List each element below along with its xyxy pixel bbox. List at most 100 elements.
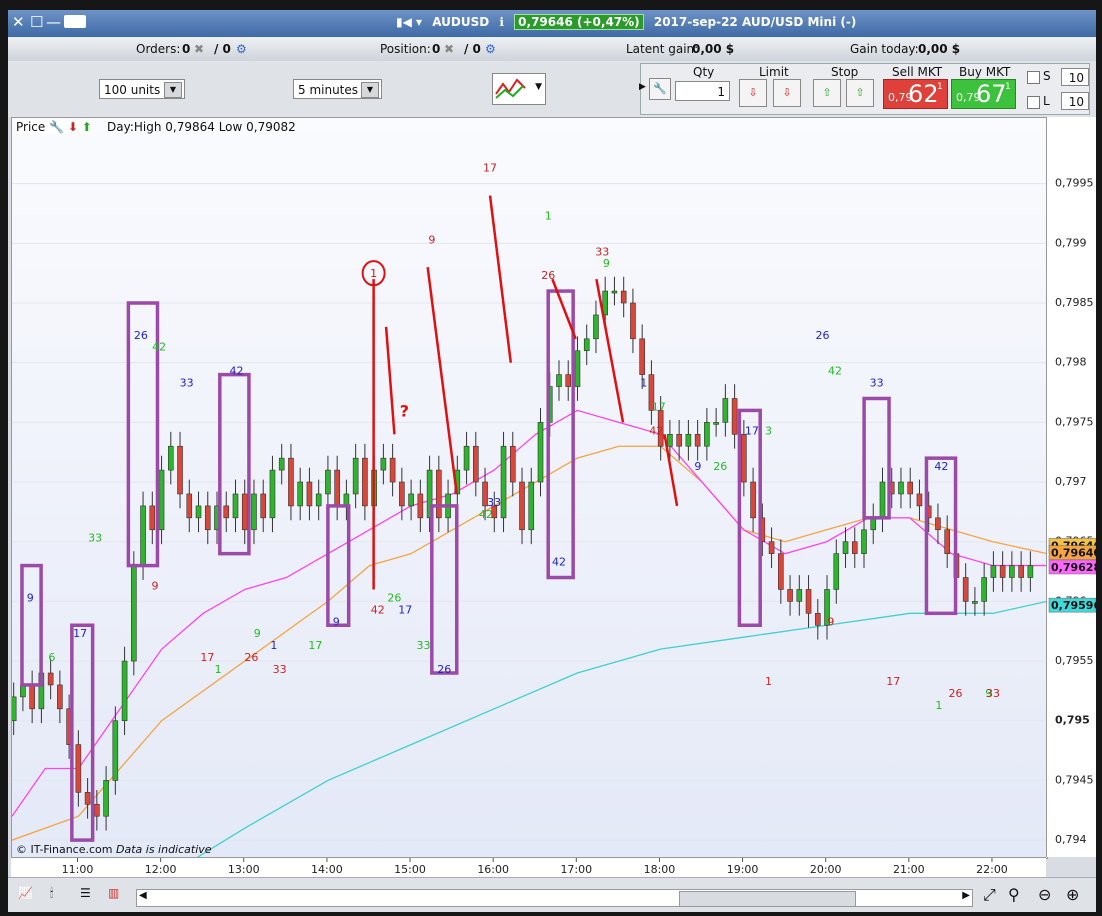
price-panel-header: Price 🔧 ⬇ ⬆	[16, 120, 92, 134]
sell-price-fraction: 1	[937, 82, 943, 92]
restore-icon[interactable]: ☐	[30, 13, 43, 31]
stop-buy-button[interactable]: ⇧	[846, 79, 874, 107]
indicators-button[interactable]: ▼	[492, 73, 546, 105]
candle-body	[84, 792, 91, 805]
instrument-description: 2017-sep-22 AUD/USD Mini (-)	[653, 15, 857, 29]
data-credit: © IT-Finance.com Data is indicative	[16, 843, 212, 856]
count-label: 17	[398, 603, 412, 616]
candle-body	[399, 481, 405, 507]
keyboard-icon[interactable]	[64, 15, 86, 28]
info-icon[interactable]: ℹ	[499, 15, 504, 29]
sell-price-pips: 62	[908, 80, 939, 108]
price-chart[interactable]: 9 6 17 33 26 42 9 33 17 1 42 26 9 1 33 17 9 42 26 17 9 33 26 42…	[11, 117, 1048, 859]
close-position-icon[interactable]: ✖	[444, 42, 454, 56]
candle-body	[519, 481, 525, 531]
candle-body	[667, 433, 673, 447]
count-label: 42	[479, 508, 493, 521]
trend-line	[595, 278, 625, 423]
y-tick-label: 0,7955	[1055, 654, 1094, 667]
chevron-down-icon[interactable]: ▼	[361, 82, 379, 98]
count-label: 17	[308, 639, 322, 652]
count-label: 42	[152, 341, 166, 354]
instrument-icon[interactable]: ▮◀ ▾	[396, 15, 422, 29]
chevron-down-icon[interactable]: ▼	[535, 82, 542, 92]
chart-type-icon[interactable]: 📈	[18, 886, 33, 900]
candle-icon[interactable]: 🕯	[50, 886, 53, 901]
symbol-label[interactable]: AUDUSD	[432, 15, 489, 29]
stop-sell-button[interactable]: ⇧	[813, 79, 841, 107]
scroll-thumb[interactable]	[679, 891, 856, 907]
fit-icon[interactable]: ⤢	[983, 885, 996, 905]
count-label: 26	[949, 687, 963, 700]
stop-checkbox[interactable]	[1027, 71, 1040, 84]
bars-icon[interactable]: ▥	[108, 886, 119, 900]
units-select[interactable]: 100 units ▼	[99, 79, 185, 99]
minimize-icon[interactable]: —	[46, 13, 61, 31]
count-label: 26	[244, 651, 258, 664]
s-input[interactable]: 10	[1061, 68, 1089, 86]
candle-body	[620, 290, 627, 304]
buy-mkt-label: Buy MKT	[959, 65, 1011, 79]
list-icon[interactable]: ☰	[80, 886, 91, 900]
cancel-orders-icon[interactable]: ✖	[194, 42, 204, 56]
candle-body	[362, 457, 368, 507]
orders-settings-icon[interactable]: ⚙	[236, 42, 247, 56]
timeframe-select[interactable]: 5 minutes ▼	[293, 79, 382, 99]
candle-body	[334, 469, 340, 507]
candle-body	[999, 565, 1006, 578]
price-axis[interactable]: 0,79950,7990,79850,7980,79750,7970,79650…	[1046, 117, 1096, 857]
count-label: 17	[200, 651, 214, 664]
count-label: 33	[417, 639, 431, 652]
app-window: ✕ ☐ — ▮◀ ▾ AUDUSD ℹ 0,79646 (+0,47%) 201…	[8, 10, 1096, 912]
candle-body	[75, 744, 82, 793]
settings-wrench-icon[interactable]: 🔧	[649, 78, 671, 100]
scroll-right-icon[interactable]: ▶	[962, 890, 970, 901]
wrench-icon[interactable]: 🔧	[49, 120, 64, 134]
candle-body	[731, 398, 738, 435]
limit-sell-button[interactable]: ⇩	[739, 79, 767, 107]
qty-input[interactable]: 1	[675, 81, 730, 101]
x-tick-label: 16:00	[477, 863, 509, 876]
collapse-panel-icon[interactable]: ▶	[639, 82, 646, 92]
time-axis[interactable]: 11:00 12:00 13:00 14:00 15:00 16:00 17:00 18:00…	[11, 857, 1046, 878]
sell-market-button[interactable]: 0,79 62 1	[883, 79, 948, 109]
candle-body	[722, 398, 729, 423]
price-up-icon[interactable]: ⬆	[82, 120, 92, 134]
credit-note: Data is indicative	[116, 843, 212, 856]
count-label: 26	[816, 329, 830, 342]
buy-market-button[interactable]: 0,79 67 1	[951, 79, 1016, 109]
count-label: 42	[649, 424, 663, 437]
count-label: 17	[483, 162, 497, 175]
zoom-in-icon[interactable]: ⊕	[1066, 885, 1079, 904]
chart-plot[interactable]: 9617332642933171422691331794226179332642…	[12, 118, 1047, 858]
candle-body	[149, 505, 156, 531]
horizontal-scrollbar[interactable]: ◀ ▶	[136, 889, 973, 907]
candle-body	[306, 481, 313, 507]
x-tick-label: 14:00	[311, 863, 343, 876]
zoom-fit-icon[interactable]: ⚲	[1008, 885, 1020, 904]
trend-line	[426, 267, 458, 495]
l-input[interactable]: 10	[1061, 92, 1089, 110]
candle-body	[611, 290, 618, 294]
bottom-toolbar: 📈 🕯 ☰ ▥ ◀ ▶ ⤢ ⚲ ⊖ ⊕	[8, 877, 1096, 912]
candle-body	[167, 445, 174, 471]
candle-body	[251, 493, 257, 531]
count-label: 42	[934, 460, 948, 473]
price-down-icon[interactable]: ⬇	[68, 120, 78, 134]
limit-buy-button[interactable]: ⇩	[773, 79, 801, 107]
title-info: ▮◀ ▾ AUDUSD ℹ 0,79646 (+0,47%) 2017-sep-…	[396, 14, 862, 30]
zoom-out-icon[interactable]: ⊖	[1038, 885, 1051, 904]
candle-body	[94, 803, 100, 817]
scroll-left-icon[interactable]: ◀	[139, 890, 147, 901]
candle-body	[861, 529, 867, 554]
chevron-down-icon[interactable]: ▼	[164, 82, 182, 98]
count-label: 6	[48, 651, 55, 664]
count-label: 26	[713, 460, 727, 473]
position-settings-icon[interactable]: ⚙	[485, 42, 496, 56]
close-icon[interactable]: ✕	[12, 13, 25, 31]
title-bar: ✕ ☐ — ▮◀ ▾ AUDUSD ℹ 0,79646 (+0,47%) 201…	[8, 10, 1096, 37]
candle-body	[297, 481, 303, 507]
limit-checkbox[interactable]	[1027, 96, 1040, 109]
y-tick-label: 0,795	[1055, 714, 1090, 727]
count-label: 17	[886, 675, 900, 688]
